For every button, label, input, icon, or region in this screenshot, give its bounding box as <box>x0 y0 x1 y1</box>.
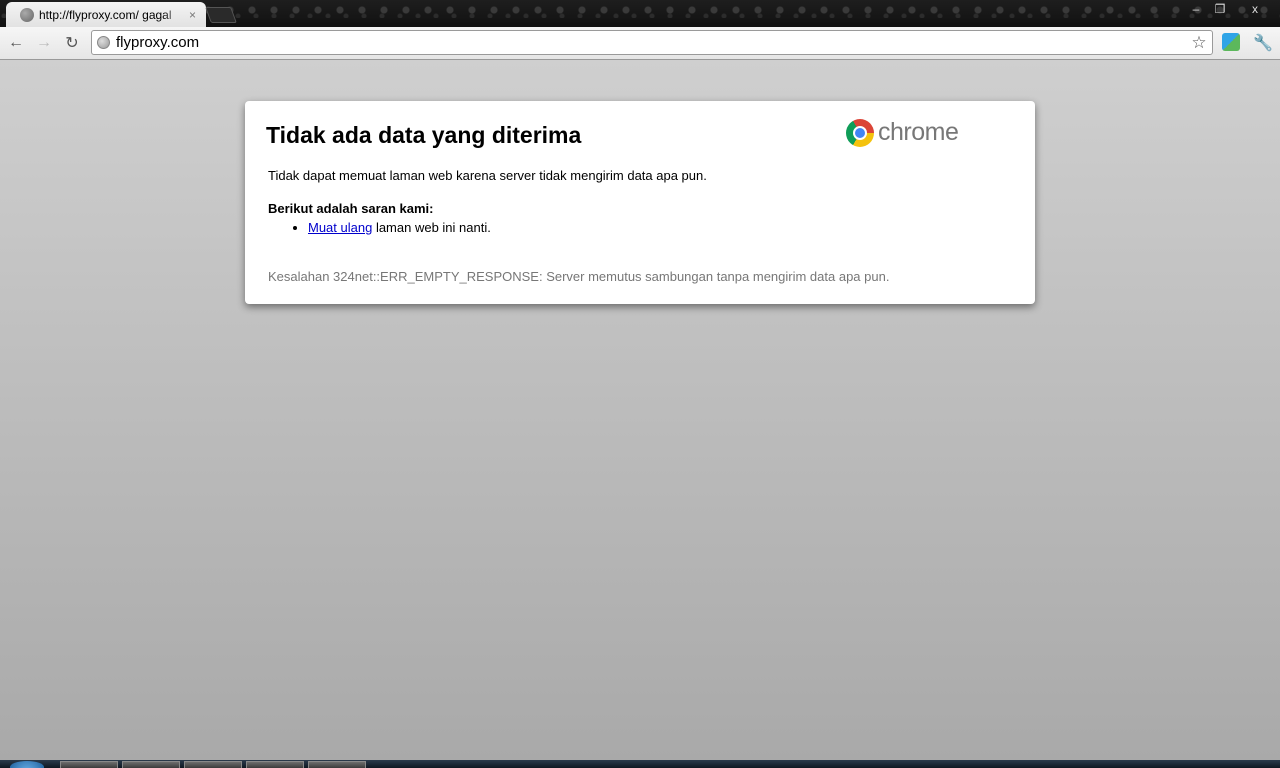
extension-icon[interactable] <box>1222 33 1240 51</box>
chrome-brand: chrome <box>846 118 959 147</box>
reload-button[interactable]: ↻ <box>62 33 82 53</box>
title-bar: http://flyproxy.com/ gagal × ‒ ❐ x <box>0 0 1280 27</box>
error-title: Tidak ada data yang diterima <box>266 122 582 148</box>
star-icon[interactable]: ☆ <box>1189 33 1209 53</box>
error-code: Kesalahan 324net::ERR_EMPTY_RESPONSE: Se… <box>268 269 890 284</box>
start-button[interactable] <box>10 761 44 768</box>
wrench-icon[interactable]: 🔧 <box>1252 32 1274 54</box>
reload-link[interactable]: Muat ulang <box>308 220 372 235</box>
globe-icon <box>20 7 34 22</box>
error-description: Tidak dapat memuat laman web karena serv… <box>268 168 707 183</box>
page-icon <box>97 36 110 49</box>
taskbar-item[interactable] <box>122 761 180 768</box>
new-tab-button[interactable] <box>205 7 237 23</box>
chrome-logo-icon <box>846 118 874 147</box>
tab-title: http://flyproxy.com/ gagal <box>39 7 172 22</box>
taskbar-item[interactable] <box>308 761 366 768</box>
error-box: Tidak ada data yang diterima chrome Tida… <box>245 101 1035 304</box>
minimize-button[interactable]: ‒ <box>1184 0 1208 18</box>
taskbar-item[interactable] <box>246 761 304 768</box>
tab-close-button[interactable]: × <box>189 8 196 22</box>
close-window-button[interactable]: x <box>1240 0 1270 18</box>
forward-button[interactable]: → <box>34 33 54 53</box>
taskbar-item[interactable] <box>60 761 118 768</box>
taskbar-item[interactable] <box>184 761 242 768</box>
back-button[interactable]: ← <box>6 33 26 53</box>
page-content: Tidak ada data yang diterima chrome Tida… <box>0 60 1280 760</box>
maximize-button[interactable]: ❐ <box>1208 0 1232 18</box>
omnibox[interactable]: ☆ <box>91 30 1213 55</box>
list-item: Muat ulang laman web ini nanti. <box>308 220 491 235</box>
toolbar: ← → ↻ ☆ 🔧 <box>0 27 1280 60</box>
chrome-wordmark: chrome <box>878 118 959 146</box>
suggestion-text: laman web ini nanti. <box>372 220 491 235</box>
tab-active[interactable]: http://flyproxy.com/ gagal × <box>6 2 206 27</box>
taskbar <box>0 760 1280 768</box>
address-input[interactable] <box>116 34 1189 51</box>
suggestions-heading: Berikut adalah saran kami: <box>268 201 434 216</box>
suggestions-list: Muat ulang laman web ini nanti. <box>268 220 491 235</box>
